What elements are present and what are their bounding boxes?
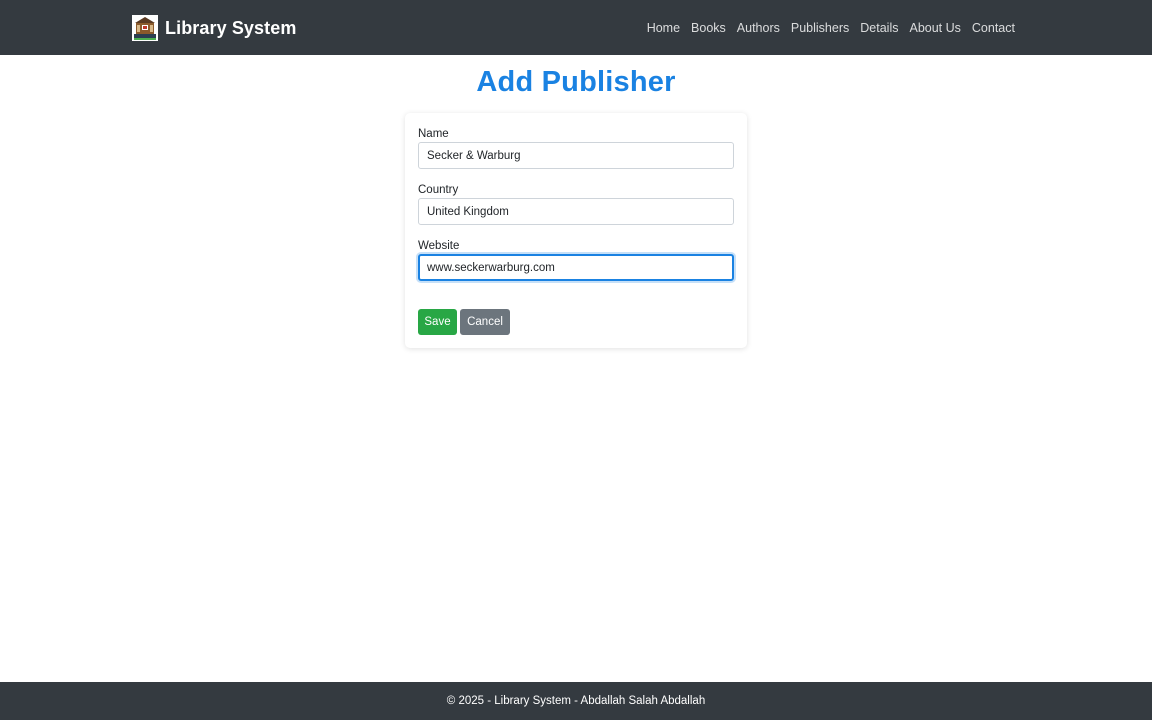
nav-about-us[interactable]: About Us [909,21,960,35]
website-input[interactable] [418,254,734,281]
nav-books[interactable]: Books [691,21,726,35]
name-input[interactable] [418,142,734,169]
nav-authors[interactable]: Authors [737,21,780,35]
add-publisher-form: Name Country Website Save Cancel [405,113,747,348]
nav-home[interactable]: Home [647,21,680,35]
country-input[interactable] [418,198,734,225]
navbar: Library System Home Books Authors Publis… [0,0,1152,55]
library-building-icon [132,15,158,41]
brand-title: Library System [165,17,297,38]
cancel-button[interactable]: Cancel [460,309,510,335]
page-title: Add Publisher [476,66,676,98]
nav-contact[interactable]: Contact [972,21,1015,35]
nav-details[interactable]: Details [860,21,898,35]
name-label: Name [418,128,449,140]
brand-link[interactable]: Library System [131,13,296,43]
website-label: Website [418,240,460,252]
footer: © 2025 - Library System - Abdallah Salah… [0,682,1152,720]
nav-links: Home Books Authors Publishers Details Ab… [647,0,1015,55]
footer-text: © 2025 - Library System - Abdallah Salah… [446,695,706,707]
save-button[interactable]: Save [418,309,457,335]
country-label: Country [418,184,459,196]
nav-publishers[interactable]: Publishers [791,21,849,35]
